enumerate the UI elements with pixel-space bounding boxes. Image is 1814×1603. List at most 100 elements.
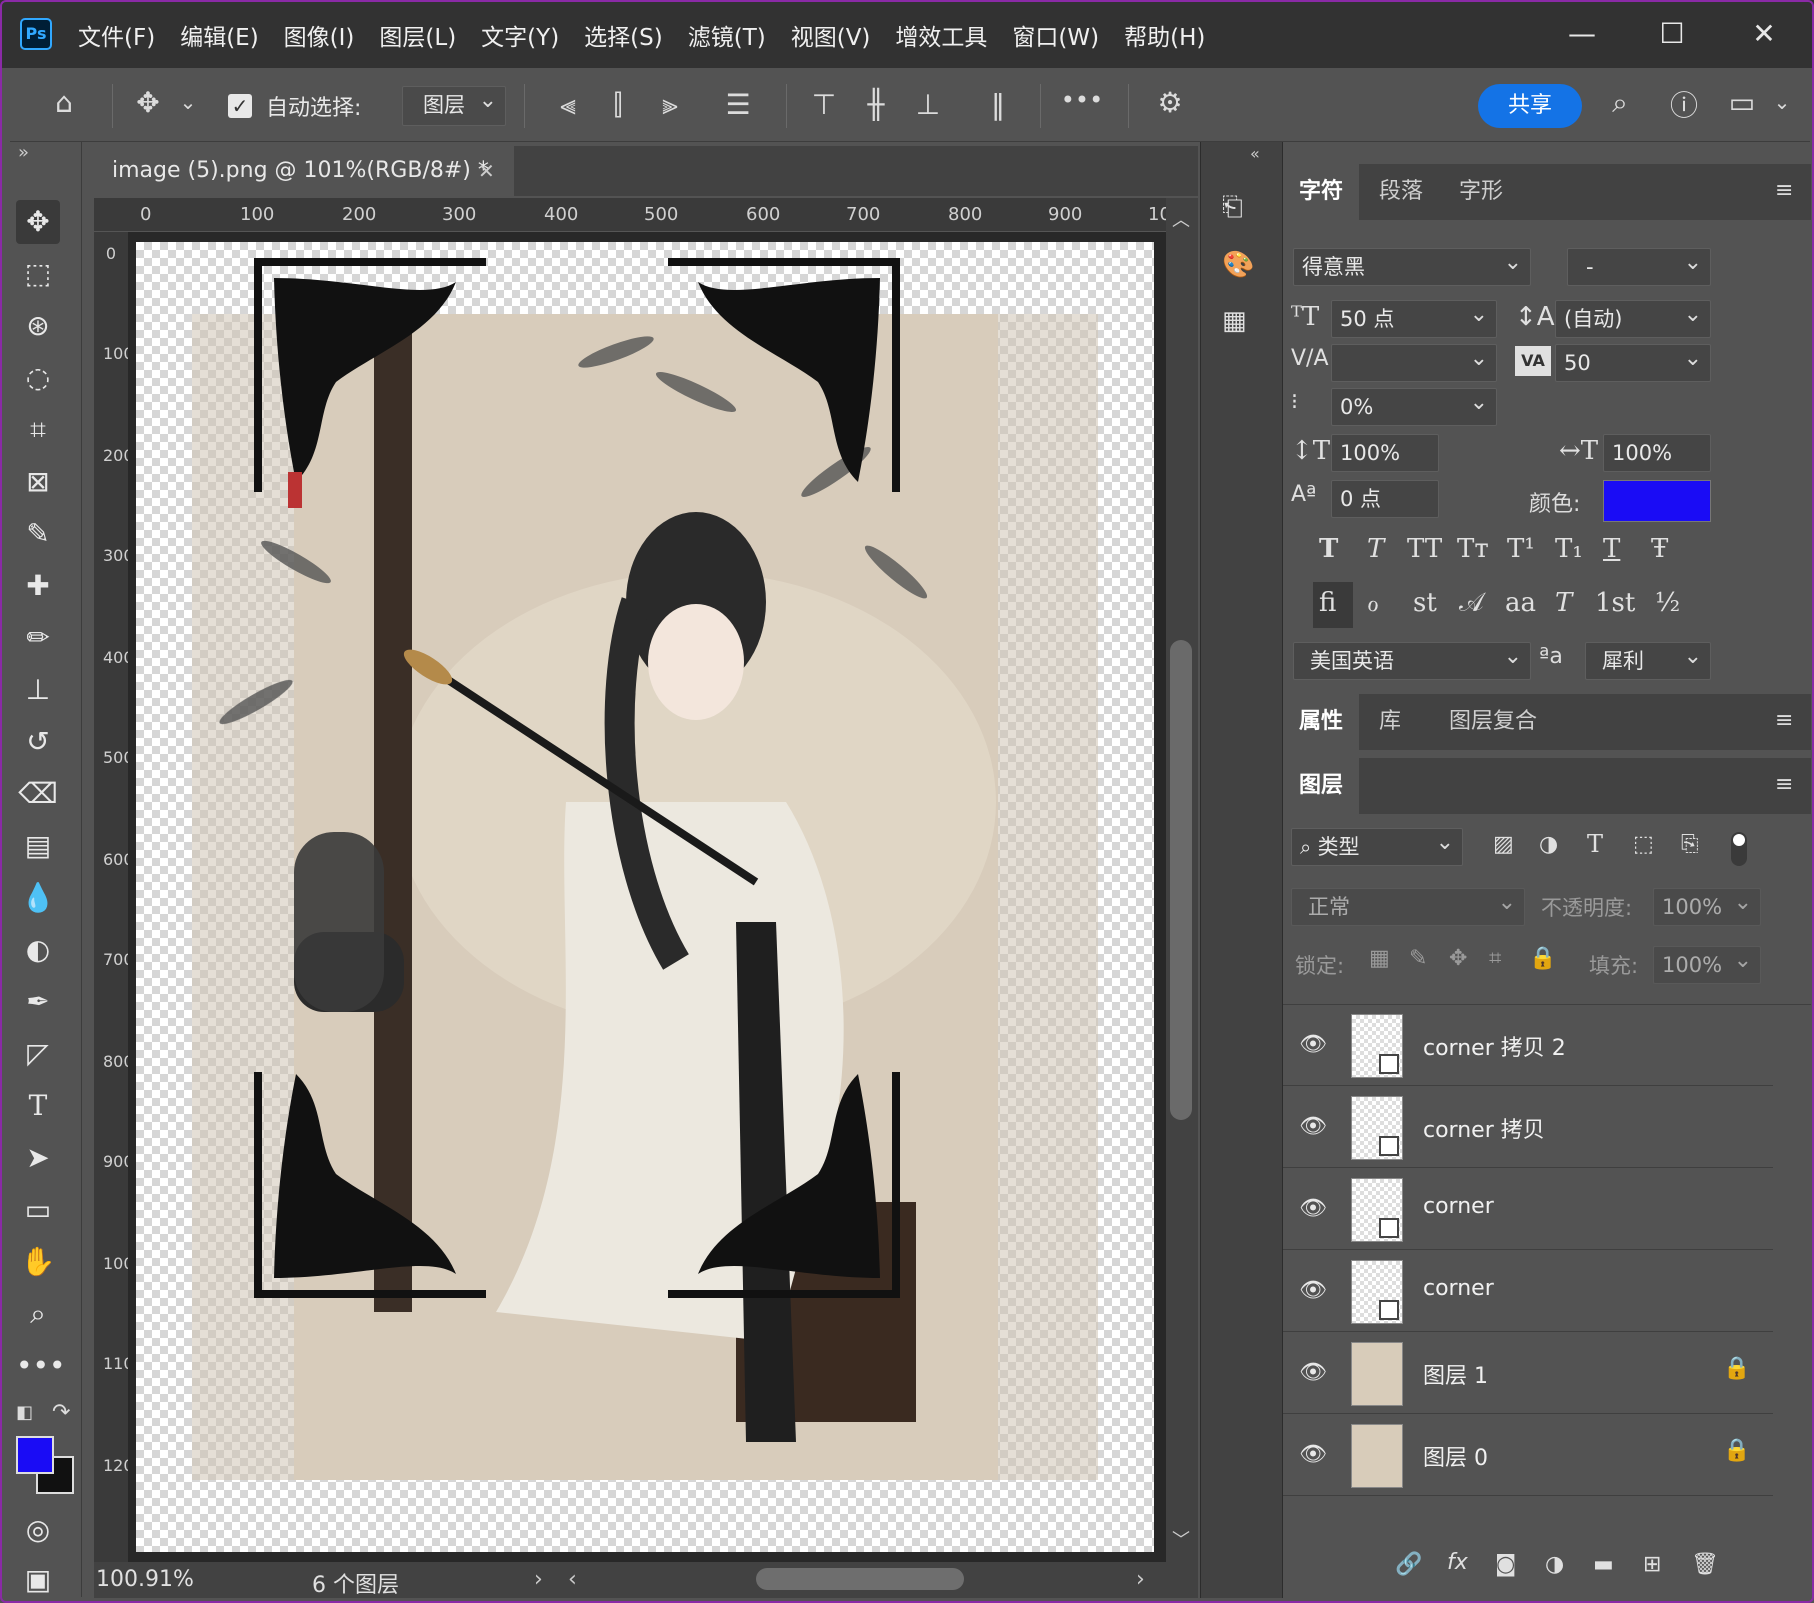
tab-paragraph[interactable]: 段落 <box>1363 164 1439 220</box>
layers-panel-menu-icon[interactable]: ≡ <box>1775 772 1793 797</box>
tab-layer-comps[interactable]: 图层复合 <box>1433 694 1553 750</box>
screen-mode-icon[interactable]: ▣ <box>16 1558 60 1602</box>
home-icon[interactable]: ⌂ <box>42 86 86 119</box>
adjustment-layer-icon[interactable]: ◑ <box>1545 1552 1564 1577</box>
layer-name[interactable]: 图层 0 <box>1423 1440 1488 1472</box>
subscript-button[interactable]: T₁ <box>1555 534 1583 564</box>
filter-shape-icon[interactable]: ⬚ <box>1633 832 1654 857</box>
chevron-down-icon[interactable]: ⌄ <box>176 90 200 114</box>
direct-select-tool-button[interactable]: ➤ <box>16 1136 60 1180</box>
healing-tool-button[interactable]: ✚ <box>16 564 60 608</box>
layer-name[interactable]: corner <box>1423 1194 1494 1219</box>
tab-properties[interactable]: 属性 <box>1283 694 1360 750</box>
all-caps-button[interactable]: TT <box>1407 534 1442 564</box>
layer-row[interactable]: 👁 corner <box>1283 1170 1773 1250</box>
menu-window[interactable]: 窗口(W) <box>1012 18 1099 52</box>
font-family-dropdown[interactable]: 得意黑 <box>1293 245 1531 286</box>
edit-toolbar-icon[interactable]: ••• <box>16 1344 66 1388</box>
layer-filter-dropdown[interactable]: ⌕ 类型 <box>1291 825 1463 866</box>
share-button[interactable]: 共享 <box>1478 84 1582 128</box>
blend-mode-dropdown[interactable]: 正常 <box>1291 885 1525 926</box>
search-icon[interactable]: ⌕ <box>1598 86 1642 120</box>
eraser-tool-button[interactable]: ⌫ <box>16 772 60 816</box>
properties-panel-menu-icon[interactable]: ≡ <box>1775 708 1793 733</box>
tab-libraries[interactable]: 库 <box>1363 694 1417 750</box>
horizontal-scroll-thumb[interactable] <box>756 1568 964 1590</box>
font-style-dropdown[interactable]: - <box>1567 245 1711 286</box>
auto-select-dropdown[interactable]: 图层 <box>402 83 506 126</box>
horizontal-scale-field[interactable]: 100% <box>1603 434 1711 472</box>
swash-button[interactable]: 𝒜 <box>1459 588 1484 619</box>
filter-pixel-icon[interactable]: ▨ <box>1493 832 1514 857</box>
expand-toolbar-icon[interactable]: » <box>18 142 29 163</box>
menu-edit[interactable]: 编辑(E) <box>180 18 258 52</box>
menu-plugins[interactable]: 增效工具 <box>895 18 987 52</box>
crop-tool-button[interactable]: ⌗ <box>16 408 60 452</box>
layer-row[interactable]: 👁 corner 拷贝 <box>1283 1088 1773 1168</box>
move-tool-icon[interactable]: ✥ <box>126 86 170 119</box>
tab-glyphs[interactable]: 字形 <box>1443 164 1519 220</box>
menu-select[interactable]: 选择(S) <box>584 18 663 52</box>
menu-type[interactable]: 文字(Y) <box>481 18 559 52</box>
scroll-up-icon[interactable]: ︿ <box>1172 206 1190 232</box>
frame-tool-button[interactable]: ⊠ <box>16 460 60 504</box>
scroll-right-icon[interactable]: › <box>1136 1567 1145 1592</box>
ordinals-button[interactable]: 1st <box>1595 588 1635 618</box>
layer-row[interactable]: 👁 corner 拷贝 2 <box>1283 1006 1773 1086</box>
hand-tool-button[interactable]: ✋ <box>16 1240 60 1284</box>
distribute-vertical-icon[interactable]: ‖ <box>980 88 1016 121</box>
move-tool-button[interactable]: ✥ <box>16 200 60 244</box>
minimize-icon[interactable]: — <box>1560 12 1604 56</box>
link-layers-icon[interactable]: 🔗 <box>1395 1552 1422 1577</box>
status-menu-icon[interactable]: › <box>534 1567 543 1592</box>
swap-colors-icon[interactable]: ↷ <box>52 1400 70 1425</box>
lock-artboard-icon[interactable]: ⌗ <box>1489 946 1501 971</box>
stamp-tool-button[interactable]: ⊥ <box>16 668 60 712</box>
character-panel-menu-icon[interactable]: ≡ <box>1775 178 1793 203</box>
layer-row[interactable]: 👁 corner <box>1283 1252 1773 1332</box>
align-bottom-icon[interactable]: ⊥ <box>910 88 946 121</box>
faux-bold-button[interactable]: T <box>1319 534 1338 564</box>
close-tab-icon[interactable]: ✕ <box>478 146 495 196</box>
tab-character[interactable]: 字符 <box>1283 164 1360 220</box>
tab-layers[interactable]: 图层 <box>1283 758 1360 814</box>
lock-icon[interactable]: 🔒 <box>1723 1438 1750 1463</box>
zoom-tool-button[interactable]: ⌕ <box>16 1292 60 1336</box>
kerning-dropdown[interactable] <box>1331 341 1497 382</box>
document-canvas[interactable] <box>136 242 1154 1552</box>
filter-smart-object-icon[interactable]: ⎘ <box>1681 832 1699 857</box>
faux-italic-button[interactable]: T <box>1367 534 1384 564</box>
menu-filter[interactable]: 滤镜(T) <box>688 18 766 52</box>
menu-help[interactable]: 帮助(H) <box>1124 18 1205 52</box>
new-group-icon[interactable]: ▬ <box>1593 1552 1614 1577</box>
delete-layer-icon[interactable]: 🗑 <box>1691 1552 1719 1577</box>
layer-name[interactable]: corner <box>1423 1276 1494 1301</box>
layer-name[interactable]: corner 拷贝 <box>1423 1112 1545 1144</box>
palette-panel-icon[interactable]: 🎨 <box>1222 250 1254 280</box>
vertical-scale-field[interactable]: 100% <box>1331 434 1439 472</box>
fill-field[interactable]: 100% <box>1653 943 1761 984</box>
close-window-icon[interactable]: ✕ <box>1742 12 1786 56</box>
type-tool-button[interactable]: T <box>16 1084 60 1128</box>
visibility-eye-icon[interactable]: 👁 <box>1299 1360 1327 1385</box>
gradient-tool-button[interactable]: ▤ <box>16 824 60 868</box>
fractions-button[interactable]: ½ <box>1655 588 1680 618</box>
scroll-left-icon[interactable]: ‹ <box>568 1567 577 1592</box>
maximize-icon[interactable]: ☐ <box>1650 12 1694 56</box>
align-right-icon[interactable]: ⫸ <box>652 88 688 122</box>
blur-tool-button[interactable]: 💧 <box>16 876 60 920</box>
visibility-eye-icon[interactable]: 👁 <box>1299 1114 1327 1139</box>
eyedropper-tool-button[interactable]: ✎ <box>16 512 60 556</box>
filter-toggle[interactable] <box>1731 832 1747 866</box>
lasso-tool-button[interactable]: ◌ <box>16 356 60 400</box>
menu-view[interactable]: 视图(V) <box>791 18 871 52</box>
history-panel-icon[interactable]: ⎗ <box>1222 192 1243 223</box>
lock-position-icon[interactable]: ✥ <box>1449 946 1467 971</box>
tracking-dropdown[interactable]: 50 <box>1555 341 1711 382</box>
brush-tool-button[interactable]: ✏ <box>16 616 60 660</box>
table-panel-icon[interactable]: ▦ <box>1222 306 1247 336</box>
object-select-tool-button[interactable]: ⊛ <box>16 304 60 348</box>
new-layer-icon[interactable]: ⊞ <box>1643 1552 1661 1577</box>
help-icon[interactable]: ⓘ <box>1662 84 1706 124</box>
lock-transparent-icon[interactable]: ▦ <box>1369 946 1390 971</box>
